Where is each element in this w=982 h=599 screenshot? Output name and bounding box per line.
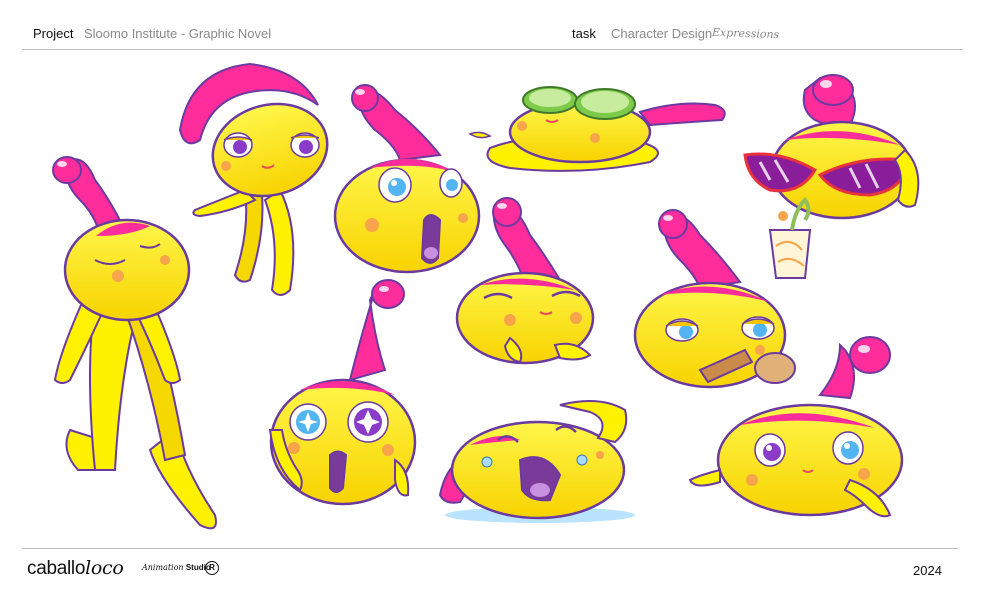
pose-lying-crying: [438, 400, 635, 523]
pose-spa-cucumber-melted: [468, 86, 726, 172]
task-handwritten-note: Expressions: [711, 25, 780, 42]
pose-standing-eyes-closed: [52, 156, 217, 530]
pose-surprised-open-mouth: [333, 84, 481, 274]
task-name: Character Design: [611, 26, 713, 41]
header-bar: Project Sloomo Institute - Graphic Novel…: [0, 0, 982, 50]
pose-starry-eyed-shocked: [268, 279, 417, 506]
project-label: Project: [33, 26, 74, 41]
pose-leaning-wink: [178, 62, 329, 296]
studio-logo: caballoloco: [27, 557, 124, 580]
character-sheet: [52, 62, 920, 530]
studio-tagline: Animation Studio: [142, 563, 211, 572]
project-name: Sloomo Institute - Graphic Novel: [84, 26, 272, 41]
tagline-italic: Animation: [142, 563, 184, 572]
year-label: 2024: [913, 563, 942, 578]
footer-bar: caballoloco Animation Studio R 2024: [0, 549, 982, 599]
logo-word-italic: loco: [85, 557, 124, 579]
registered-mark-icon: R: [205, 561, 219, 575]
pose-sunglasses-drinking: [743, 74, 920, 279]
task-label: task: [572, 26, 596, 41]
logo-word-main: caballo: [27, 558, 86, 579]
